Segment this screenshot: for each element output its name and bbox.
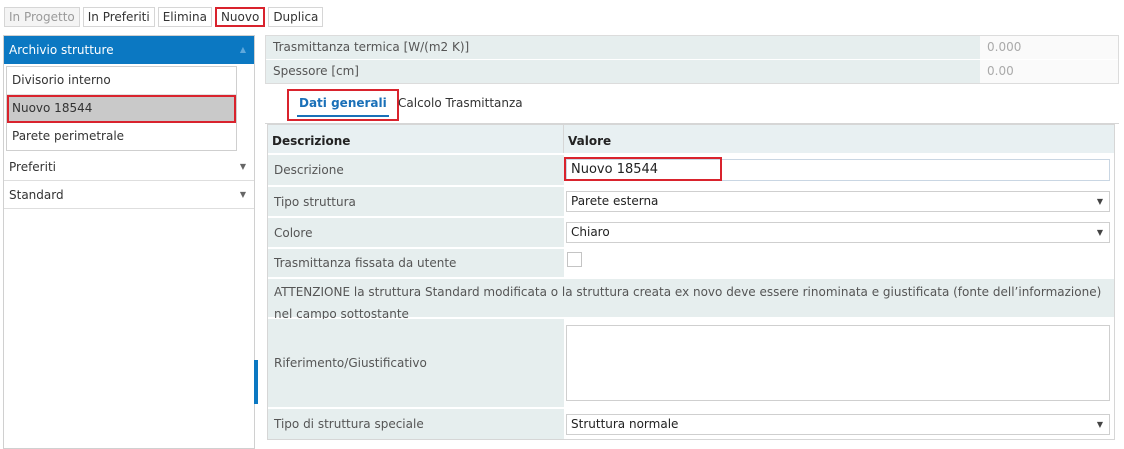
accordion-preferiti[interactable]: Preferiti ▼ xyxy=(4,153,254,181)
grid-row: Colore Chiaro ▼ xyxy=(268,216,1114,247)
accordion-label: Preferiti xyxy=(9,160,56,174)
spessore-label: Spessore [cm] xyxy=(266,60,980,83)
trasmittanza-fissata-label: Trasmittanza fissata da utente xyxy=(268,249,564,277)
chevron-down-icon: ▼ xyxy=(1096,419,1103,429)
panel-splitter-handle[interactable] xyxy=(254,360,258,404)
colore-select[interactable]: Chiaro ▼ xyxy=(566,222,1110,243)
chevron-down-icon: ▼ xyxy=(239,162,246,171)
tab-dati-generali[interactable]: Dati generali xyxy=(287,89,399,121)
tipo-struttura-label: Tipo struttura xyxy=(268,187,564,216)
property-row: Trasmittanza termica [W/(m2 K)] 0.000 xyxy=(266,36,1118,59)
grid-header: Descrizione Valore xyxy=(268,125,1114,153)
chevron-down-icon: ▼ xyxy=(1096,228,1103,237)
colore-value: Chiaro xyxy=(571,225,610,239)
tipo-speciale-label: Tipo di struttura speciale xyxy=(268,409,564,439)
accordion-standard[interactable]: Standard ▼ xyxy=(4,181,254,209)
structure-list: Divisorio interno Nuovo 18544 Parete per… xyxy=(6,66,237,151)
tipo-struttura-select[interactable]: Parete esterna ▼ xyxy=(566,191,1110,212)
trasmittanza-fissata-checkbox[interactable] xyxy=(567,251,582,267)
property-row: Spessore [cm] 0.00 xyxy=(266,59,1118,83)
descrizione-label: Descrizione xyxy=(268,155,564,185)
grid-row: Riferimento/Giustificativo xyxy=(268,317,1114,407)
tab-bar: Dati generali Calcolo Trasmittanza xyxy=(265,85,1119,124)
summary-properties: Trasmittanza termica [W/(m2 K)] 0.000 Sp… xyxy=(265,35,1119,84)
tipo-speciale-value: Struttura normale xyxy=(571,416,679,431)
riferimento-textarea[interactable] xyxy=(566,325,1110,401)
trasmittanza-value: 0.000 xyxy=(980,36,1118,59)
list-item[interactable]: Parete perimetrale xyxy=(7,123,236,150)
attenzione-note: ATTENZIONE la struttura Standard modific… xyxy=(268,277,1114,321)
in-progetto-button[interactable]: In Progetto xyxy=(4,7,80,27)
accordion-archivio-strutture[interactable]: Archivio strutture ▲ xyxy=(4,36,254,64)
grid-row: Tipo di struttura speciale Struttura nor… xyxy=(268,407,1114,439)
descrizione-input[interactable]: Nuovo 18544 xyxy=(564,157,1110,181)
elimina-button[interactable]: Elimina xyxy=(157,7,212,27)
column-header-descrizione: Descrizione xyxy=(268,125,564,153)
grid-row: Trasmittanza fissata da utente xyxy=(268,247,1114,277)
accordion-label: Standard xyxy=(9,188,64,202)
trasmittanza-label: Trasmittanza termica [W/(m2 K)] xyxy=(266,36,980,59)
in-preferiti-button[interactable]: In Preferiti xyxy=(82,7,155,27)
sidebar: Archivio strutture ▲ Divisorio interno N… xyxy=(3,35,255,449)
tipo-struttura-value: Parete esterna xyxy=(571,194,659,208)
chevron-down-icon: ▼ xyxy=(1096,197,1103,206)
spessore-value: 0.00 xyxy=(980,60,1118,83)
chevron-down-icon: ▼ xyxy=(239,190,246,199)
colore-label: Colore xyxy=(268,218,564,247)
duplica-button[interactable]: Duplica xyxy=(268,7,324,27)
chevron-up-icon: ▲ xyxy=(239,45,246,54)
riferimento-label: Riferimento/Giustificativo xyxy=(268,319,564,407)
tipo-speciale-select[interactable]: Struttura normale ▼ xyxy=(566,413,1110,435)
property-grid: Descrizione Valore Descrizione Nuovo 185… xyxy=(267,124,1115,440)
list-item[interactable]: Divisorio interno xyxy=(7,67,236,95)
highlight-box xyxy=(564,157,722,181)
column-header-valore: Valore xyxy=(568,134,612,148)
accordion-label: Archivio strutture xyxy=(9,43,114,57)
tab-calcolo-trasmittanza[interactable]: Calcolo Trasmittanza xyxy=(387,89,534,117)
toolbar: In Progetto In Preferiti Elimina Nuovo D… xyxy=(4,7,324,27)
grid-row: Tipo struttura Parete esterna ▼ xyxy=(268,185,1114,216)
grid-row: Descrizione Nuovo 18544 xyxy=(268,153,1114,185)
list-item-selected[interactable]: Nuovo 18544 xyxy=(7,95,236,123)
nuovo-button[interactable]: Nuovo xyxy=(214,7,266,27)
detail-panel: Trasmittanza termica [W/(m2 K)] 0.000 Sp… xyxy=(265,35,1119,449)
